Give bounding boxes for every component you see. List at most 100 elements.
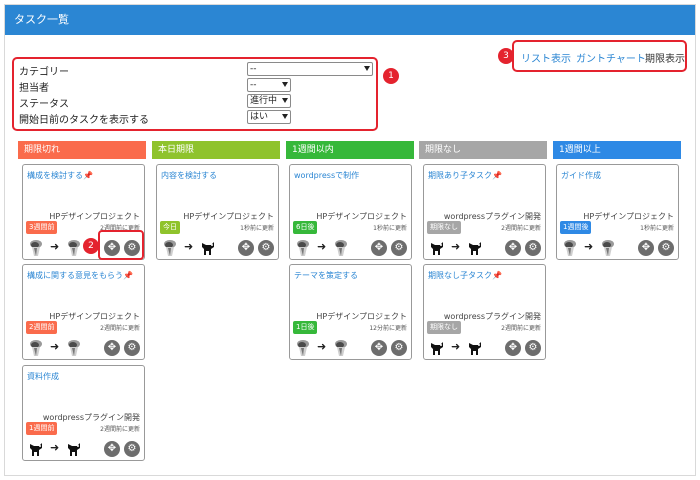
assignee-flow: ➜ (27, 339, 97, 357)
project-name: wordpressプラグイン開発 (42, 413, 140, 422)
avatar-person-icon (27, 239, 45, 257)
gantt-chart-link[interactable]: ガントチャート (576, 50, 646, 65)
avatar-dog-icon (65, 440, 83, 458)
move-button[interactable]: ✥ (505, 340, 521, 356)
deadline-badge: 6日後 (293, 221, 318, 234)
column-header-today: 本日期限 (152, 141, 280, 159)
avatar-person-icon (332, 239, 350, 257)
category-select-value: -- (250, 64, 257, 74)
chevron-down-icon (364, 66, 370, 71)
move-button[interactable]: ✥ (371, 240, 387, 256)
settings-button[interactable]: ⚙ (258, 240, 274, 256)
pin-icon: 📌 (123, 271, 133, 280)
assignee-flow: ➜ (161, 239, 231, 257)
task-card[interactable]: 内容を検討する HPデザインプロジェクト 今日 1秒前に更新 ➜ ✥ ⚙ (156, 164, 279, 260)
list-view-link[interactable]: リスト表示 (521, 50, 571, 65)
updated-time: 1秒前に更新 (640, 225, 674, 232)
category-label: カテゴリー (19, 67, 69, 78)
show-before-start-label: 開始日前のタスクを表示する (19, 115, 149, 126)
move-button[interactable]: ✥ (371, 340, 387, 356)
assignee-label: 担当者 (19, 83, 49, 94)
assignee-select[interactable]: -- (247, 78, 291, 92)
arrow-right-icon: ➜ (50, 240, 60, 253)
project-name: HPデザインプロジェクト (316, 212, 407, 221)
task-title-text: ガイド作成 (561, 171, 601, 180)
task-title-text: 期限あり子タスク (428, 171, 492, 180)
settings-button[interactable]: ⚙ (658, 240, 674, 256)
assignee-flow: ➜ (27, 440, 97, 458)
project-name: HPデザインプロジェクト (583, 212, 674, 221)
settings-button[interactable]: ⚙ (525, 240, 541, 256)
gear-icon: ⚙ (394, 242, 404, 253)
task-title-link[interactable]: wordpressで制作 (294, 170, 359, 181)
updated-time: 2週間前に更新 (501, 225, 541, 232)
category-select[interactable]: -- (247, 62, 373, 76)
task-title-link[interactable]: 内容を検討する (161, 170, 217, 181)
arrow-right-icon: ➜ (184, 240, 194, 253)
move-button[interactable]: ✥ (638, 240, 654, 256)
task-card[interactable]: 期限あり子タスク📌 wordpressプラグイン開発 期限なし 2週間前に更新 ➜ ✥ ⚙ (423, 164, 546, 260)
deadline-badge: 期限なし (427, 321, 461, 334)
move-button[interactable]: ✥ (104, 340, 120, 356)
show-before-start-select[interactable]: はい (247, 110, 291, 124)
avatar-person-icon (294, 239, 312, 257)
move-button[interactable]: ✥ (104, 441, 120, 457)
avatar-dog-icon (27, 440, 45, 458)
updated-time: 1秒前に更新 (373, 225, 407, 232)
pin-icon: 📌 (83, 171, 93, 180)
task-title-text: テーマを策定する (294, 271, 358, 280)
avatar-person-icon (27, 339, 45, 357)
assignee-flow: ➜ (294, 339, 364, 357)
task-card[interactable]: ガイド作成 HPデザインプロジェクト 1週間後 1秒前に更新 ➜ ✥ ⚙ (556, 164, 679, 260)
move-icon: ✥ (508, 342, 518, 353)
settings-button[interactable]: ⚙ (525, 340, 541, 356)
show-before-start-select-value: はい (250, 112, 269, 122)
deadline-view-label: 期限表示 (645, 54, 685, 65)
settings-button[interactable]: ⚙ (124, 340, 140, 356)
deadline-badge: 今日 (160, 221, 180, 234)
updated-time: 2週間前に更新 (100, 426, 140, 433)
task-card[interactable]: テーマを策定する HPデザインプロジェクト 1日後 12分前に更新 ➜ ✥ ⚙ (289, 264, 412, 360)
task-card[interactable]: 資料作成 wordpressプラグイン開発 1週間前 2週間前に更新 ➜ ✥ ⚙ (22, 365, 145, 461)
arrow-right-icon: ➜ (50, 340, 60, 353)
settings-button[interactable]: ⚙ (391, 240, 407, 256)
deadline-badge: 期限なし (427, 221, 461, 234)
arrow-right-icon: ➜ (317, 240, 327, 253)
task-title-link[interactable]: 資料作成 (27, 371, 59, 382)
task-title-link[interactable]: ガイド作成 (561, 170, 601, 181)
gear-icon: ⚙ (394, 342, 404, 353)
chevron-down-icon (282, 98, 288, 103)
move-button[interactable]: ✥ (505, 240, 521, 256)
view-switcher: リスト表示 ガントチャート 期限表示 (512, 40, 687, 72)
settings-button[interactable]: ⚙ (124, 441, 140, 457)
task-title-text: 期限なし子タスク (428, 271, 492, 280)
task-card[interactable]: wordpressで制作 HPデザインプロジェクト 6日後 1秒前に更新 ➜ ✥ ⚙ (289, 164, 412, 260)
avatar-person-icon (65, 339, 83, 357)
project-name: HPデザインプロジェクト (49, 312, 140, 321)
task-card[interactable]: 期限なし子タスク📌 wordpressプラグイン開発 期限なし 2週間前に更新 ➜ ✥ ⚙ (423, 264, 546, 360)
avatar-dog-icon (199, 239, 217, 257)
gear-icon: ⚙ (127, 443, 137, 454)
pin-icon: 📌 (492, 171, 502, 180)
task-card[interactable]: 構成に関する意見をもらう📌 HPデザインプロジェクト 2週間前 2週間前に更新 ➜ ✥ ⚙ (22, 264, 145, 360)
status-select[interactable]: 進行中 (247, 94, 291, 108)
task-title-link[interactable]: 構成に関する意見をもらう📌 (27, 270, 133, 281)
task-title-link[interactable]: 期限あり子タスク📌 (428, 170, 502, 181)
callout-badge-2: 2 (83, 238, 99, 254)
gear-icon: ⚙ (261, 242, 271, 253)
column-header-overdue: 期限切れ (18, 141, 146, 159)
move-icon: ✥ (641, 242, 651, 253)
task-title-link[interactable]: 期限なし子タスク📌 (428, 270, 502, 281)
move-button[interactable]: ✥ (238, 240, 254, 256)
task-title-link[interactable]: 構成を検討する📌 (27, 170, 93, 181)
avatar-person-icon (65, 239, 83, 257)
settings-button[interactable]: ⚙ (391, 340, 407, 356)
task-title-text: 資料作成 (27, 372, 59, 381)
task-title-link[interactable]: テーマを策定する (294, 270, 358, 281)
avatar-person-icon (332, 339, 350, 357)
task-title-text: 構成を検討する (27, 171, 83, 180)
gear-icon: ⚙ (528, 342, 538, 353)
action-highlight-box (98, 230, 144, 260)
assignee-select-value: -- (250, 80, 257, 90)
status-label: ステータス (19, 99, 69, 110)
